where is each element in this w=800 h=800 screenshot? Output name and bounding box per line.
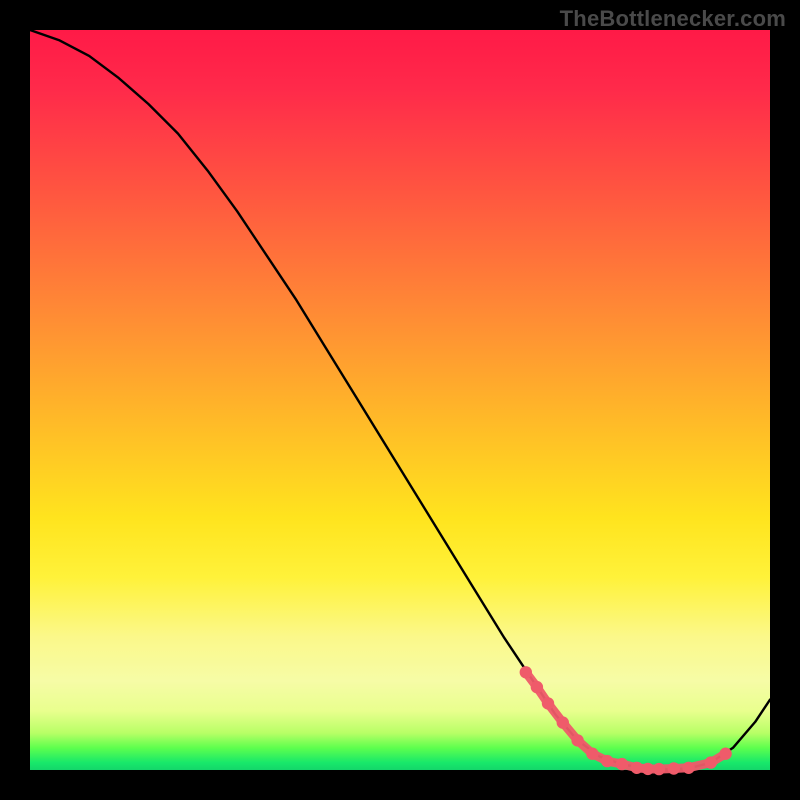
highlight-dots	[520, 666, 732, 775]
highlight-dot	[719, 748, 731, 760]
highlight-dot	[631, 762, 643, 774]
highlight-dot	[531, 681, 543, 693]
highlight-dot	[557, 716, 569, 728]
highlight-dot	[542, 697, 554, 709]
chart-frame: TheBottlenecker.com	[0, 0, 800, 800]
bottleneck-curve	[30, 30, 770, 769]
highlight-dot	[653, 763, 665, 775]
plot-area	[30, 30, 770, 770]
highlight-dot	[705, 756, 717, 768]
highlight-dot	[520, 666, 532, 678]
highlight-dot	[586, 748, 598, 760]
highlight-dot	[601, 755, 613, 767]
highlight-dot	[642, 763, 654, 775]
marker-segments	[526, 672, 726, 769]
highlight-dot	[571, 734, 583, 746]
highlight-dot	[668, 762, 680, 774]
watermark-text: TheBottlenecker.com	[560, 6, 786, 32]
curve-svg	[30, 30, 770, 770]
highlight-dot	[682, 762, 694, 774]
highlight-dot	[616, 758, 628, 770]
